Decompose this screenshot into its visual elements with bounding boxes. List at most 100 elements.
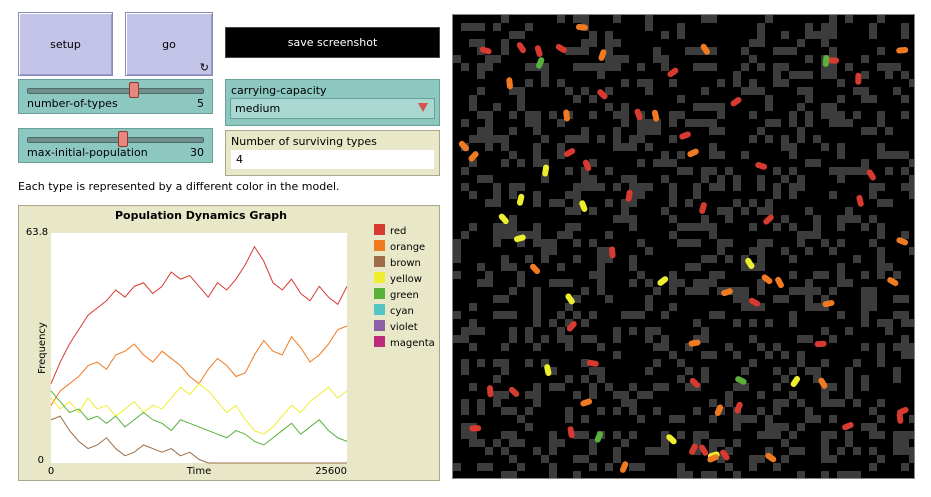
legend-label-magenta: magenta bbox=[390, 338, 435, 349]
patch bbox=[501, 231, 509, 239]
patch bbox=[805, 55, 813, 63]
slider-thumb[interactable] bbox=[117, 131, 128, 147]
patch bbox=[717, 207, 725, 215]
patch bbox=[725, 391, 733, 399]
patch bbox=[733, 183, 741, 191]
patch bbox=[701, 375, 709, 383]
patch bbox=[557, 439, 565, 447]
turtle-red bbox=[567, 426, 575, 439]
patch bbox=[805, 207, 813, 215]
patch bbox=[517, 271, 525, 279]
patch bbox=[805, 335, 813, 343]
patch bbox=[645, 367, 653, 375]
patch bbox=[845, 431, 853, 439]
patch bbox=[781, 423, 789, 431]
patch bbox=[773, 431, 781, 439]
y-axis-label: Frequency bbox=[37, 322, 48, 374]
patch bbox=[589, 207, 597, 215]
patch bbox=[821, 239, 829, 247]
patch bbox=[685, 367, 693, 375]
patch bbox=[629, 143, 637, 151]
patch bbox=[637, 159, 645, 167]
patch bbox=[613, 183, 621, 191]
patch bbox=[773, 383, 781, 391]
patch bbox=[813, 231, 821, 239]
patch bbox=[485, 271, 493, 279]
setup-button[interactable]: setup bbox=[18, 12, 113, 76]
patch bbox=[533, 447, 541, 455]
patch bbox=[557, 231, 565, 239]
patch bbox=[501, 15, 509, 23]
save-screenshot-button[interactable]: save screenshot bbox=[225, 27, 440, 58]
patch bbox=[525, 255, 533, 263]
patch bbox=[509, 431, 517, 439]
patch bbox=[477, 407, 485, 415]
patch bbox=[901, 23, 909, 31]
patch bbox=[861, 287, 869, 295]
patch bbox=[757, 239, 765, 247]
turtle-red bbox=[508, 386, 520, 397]
patch bbox=[789, 447, 797, 455]
number-of-types-slider[interactable]: number-of-types 5 bbox=[18, 79, 213, 114]
patch bbox=[509, 335, 517, 343]
patch bbox=[605, 383, 613, 391]
patch bbox=[653, 55, 661, 63]
patch bbox=[701, 471, 709, 478]
patch bbox=[749, 463, 757, 471]
patch bbox=[501, 135, 509, 143]
patch bbox=[765, 319, 773, 327]
patch bbox=[797, 471, 805, 478]
y-min-label: 0 bbox=[38, 455, 44, 466]
patch bbox=[565, 407, 573, 415]
carrying-capacity-chooser[interactable]: carrying-capacity medium bbox=[225, 79, 440, 126]
patch bbox=[573, 207, 581, 215]
patch bbox=[837, 447, 845, 455]
world-view[interactable] bbox=[452, 14, 915, 479]
world-canvas bbox=[453, 15, 914, 478]
monitor-value: 4 bbox=[236, 153, 243, 166]
patch bbox=[861, 319, 869, 327]
patch bbox=[597, 263, 605, 271]
patch bbox=[469, 39, 477, 47]
patch bbox=[797, 231, 805, 239]
patch bbox=[909, 455, 914, 463]
patch bbox=[877, 199, 885, 207]
patch bbox=[573, 471, 581, 478]
chooser-dropdown[interactable]: medium bbox=[230, 98, 435, 119]
patch bbox=[461, 359, 469, 367]
patch bbox=[909, 247, 914, 255]
patch bbox=[813, 223, 821, 231]
patch bbox=[653, 327, 661, 335]
patch bbox=[845, 207, 853, 215]
patch bbox=[725, 239, 733, 247]
slider-thumb[interactable] bbox=[129, 82, 140, 98]
patch bbox=[709, 311, 717, 319]
patch bbox=[533, 303, 541, 311]
patch bbox=[493, 199, 501, 207]
patch bbox=[645, 79, 653, 87]
patch bbox=[789, 71, 797, 79]
patch bbox=[749, 247, 757, 255]
chooser-label: carrying-capacity bbox=[231, 84, 327, 97]
patch bbox=[709, 151, 717, 159]
patch bbox=[869, 31, 877, 39]
patch bbox=[501, 263, 509, 271]
patch bbox=[709, 63, 717, 71]
patch bbox=[589, 63, 597, 71]
patch bbox=[837, 239, 845, 247]
patch bbox=[517, 95, 525, 103]
patch bbox=[709, 103, 717, 111]
patch bbox=[533, 223, 541, 231]
patch bbox=[469, 95, 477, 103]
patch bbox=[533, 239, 541, 247]
patch bbox=[621, 215, 629, 223]
patch bbox=[789, 367, 797, 375]
patch bbox=[629, 215, 637, 223]
max-initial-population-slider[interactable]: max-initial-population 30 bbox=[18, 128, 213, 163]
patch bbox=[709, 167, 717, 175]
patch bbox=[845, 471, 853, 478]
go-button[interactable]: go ↻ bbox=[125, 12, 213, 76]
patch bbox=[861, 375, 869, 383]
patch bbox=[509, 191, 517, 199]
patch bbox=[637, 127, 645, 135]
